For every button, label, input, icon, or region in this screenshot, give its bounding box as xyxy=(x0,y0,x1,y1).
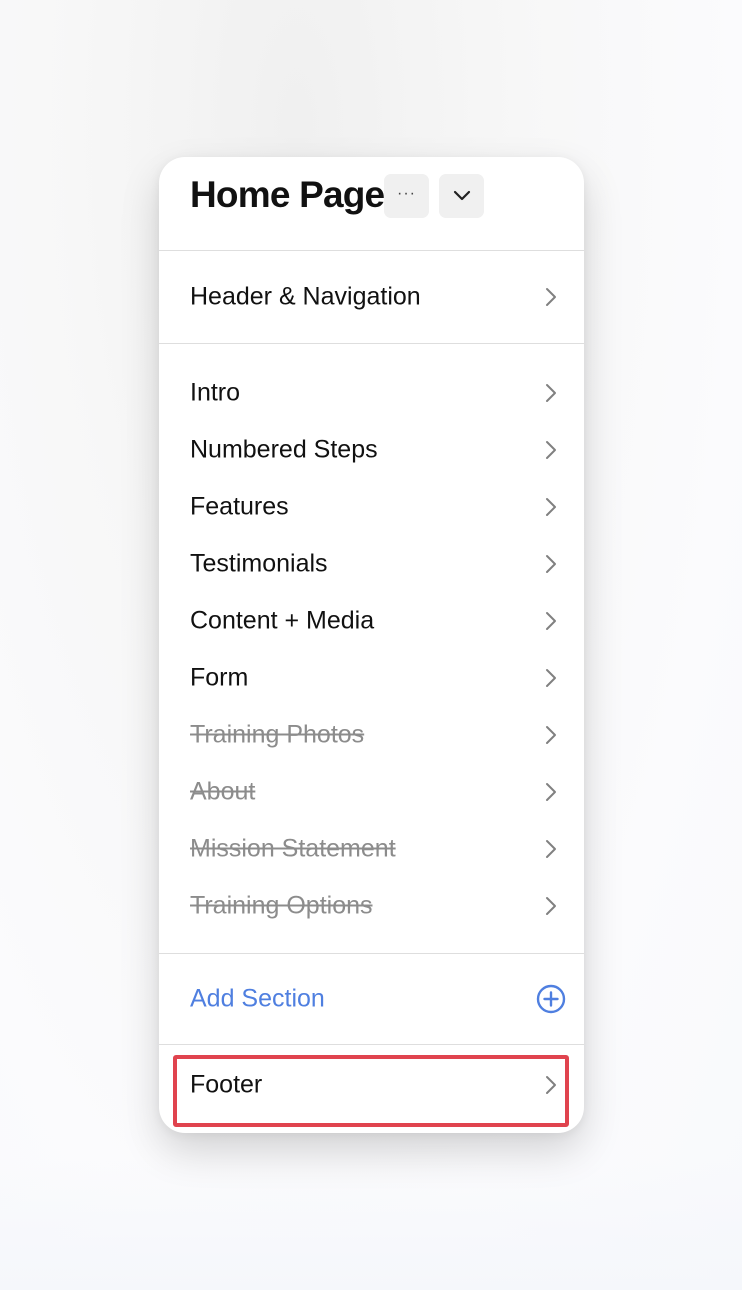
chevron-right-icon xyxy=(546,896,556,915)
section-row[interactable]: Training Photos xyxy=(159,706,584,763)
section-row[interactable]: Mission Statement xyxy=(159,820,584,877)
ellipsis-icon: ··· xyxy=(397,185,416,202)
chevron-right-icon xyxy=(546,725,556,744)
chevron-right-icon xyxy=(546,611,556,630)
plus-circle-icon[interactable] xyxy=(535,983,567,1015)
panel-header: Home Page ··· xyxy=(159,157,584,251)
section-label: Content + Media xyxy=(190,606,375,634)
chevron-right-icon xyxy=(546,440,556,459)
section-row[interactable]: About xyxy=(159,763,584,820)
section-label: Numbered Steps xyxy=(190,435,378,463)
add-section-group: Add Section xyxy=(159,954,584,1045)
section-label: Intro xyxy=(190,378,241,406)
chevron-down-icon xyxy=(453,190,470,201)
page-title: Home Page xyxy=(190,174,385,215)
chevron-right-icon xyxy=(546,782,556,801)
section-row[interactable]: Training Options xyxy=(159,877,584,934)
section-row[interactable]: Content + Media xyxy=(159,592,584,649)
section-row[interactable]: Testimonials xyxy=(159,535,584,592)
chevron-right-icon xyxy=(546,554,556,573)
section-row[interactable]: Numbered Steps xyxy=(159,421,584,478)
section-label: Form xyxy=(190,663,249,691)
more-options-button[interactable]: ··· xyxy=(384,174,429,218)
chevron-right-icon xyxy=(546,287,556,306)
chevron-right-icon xyxy=(546,383,556,402)
sections-list: Intro Numbered Steps Features Testimonials C… xyxy=(159,344,584,954)
background-glow xyxy=(0,1160,742,1290)
section-label: Training Options xyxy=(190,891,373,919)
chevron-right-icon xyxy=(546,668,556,687)
header-navigation-row[interactable]: Header & Navigation xyxy=(159,268,584,325)
section-row[interactable]: Features xyxy=(159,478,584,535)
section-label: Features xyxy=(190,492,289,520)
page-dropdown-button[interactable] xyxy=(439,174,484,218)
chevron-right-icon xyxy=(546,497,556,516)
chevron-right-icon xyxy=(546,1076,556,1095)
add-section-button[interactable]: Add Section xyxy=(190,985,325,1014)
chevron-right-icon xyxy=(546,839,556,858)
section-label: Mission Statement xyxy=(190,834,396,862)
section-row[interactable]: Form xyxy=(159,649,584,706)
section-row[interactable]: Intro xyxy=(159,364,584,421)
footer-row[interactable]: Footer xyxy=(159,1045,584,1133)
header-navigation-label: Header & Navigation xyxy=(190,282,421,310)
section-label: Training Photos xyxy=(190,720,365,748)
footer-label: Footer xyxy=(190,1070,263,1099)
page-sections-panel: Home Page ··· Header & Navigation Intro N… xyxy=(159,157,584,1133)
section-label: Testimonials xyxy=(190,549,328,577)
section-label: About xyxy=(190,777,256,805)
header-navigation-group: Header & Navigation xyxy=(159,251,584,344)
